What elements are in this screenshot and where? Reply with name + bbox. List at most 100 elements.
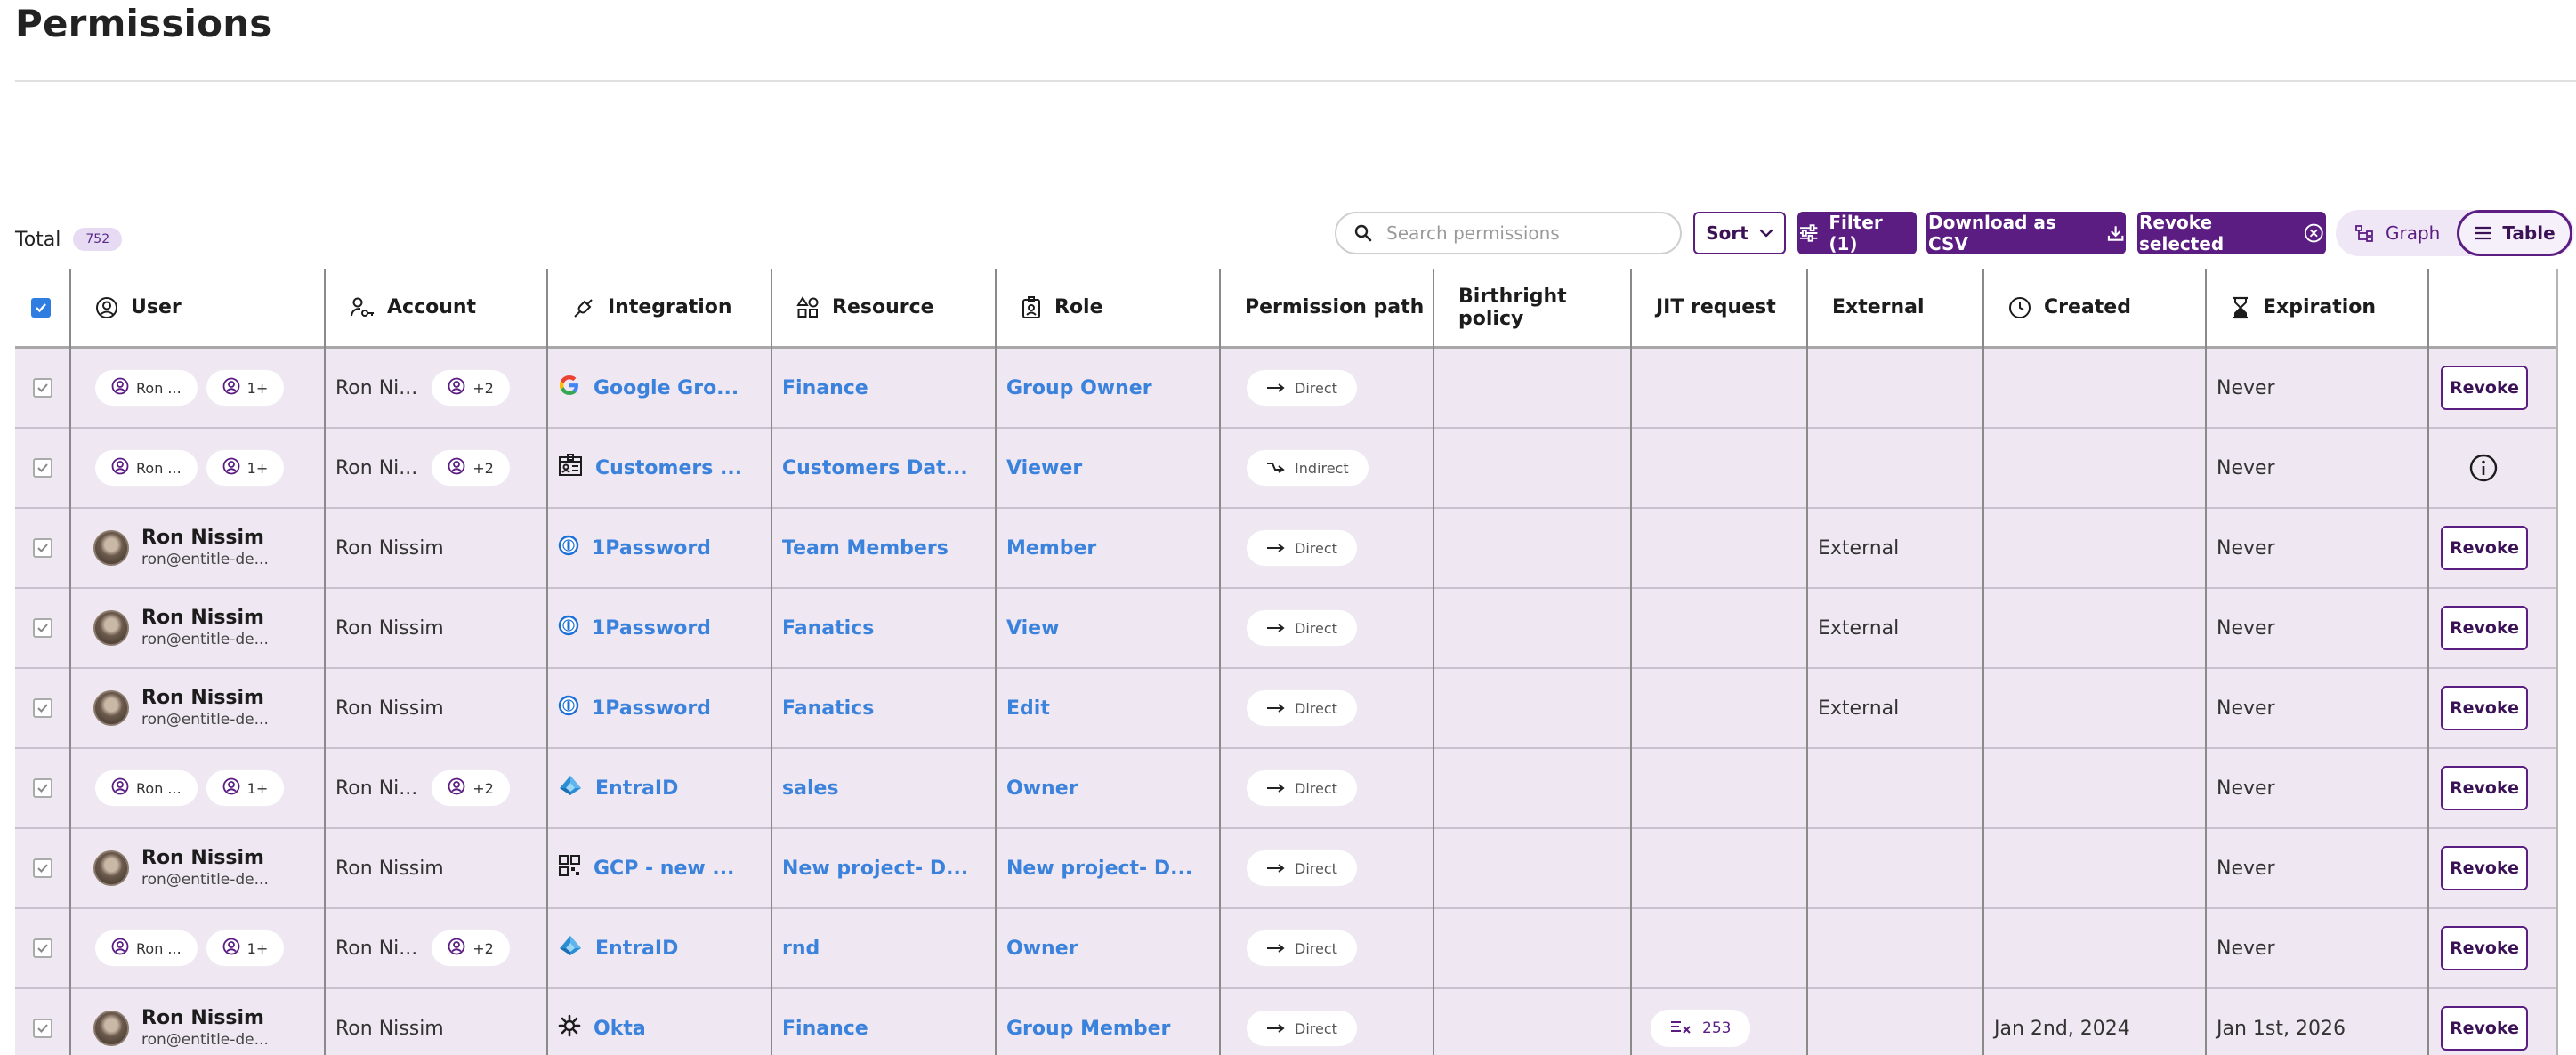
resource-link[interactable]: New project- D... — [782, 858, 968, 880]
permission-path-chip[interactable]: Direct — [1247, 530, 1357, 566]
user-chip[interactable]: Ron ... — [95, 370, 198, 406]
sort-button[interactable]: Sort — [1693, 212, 1786, 254]
integration-link[interactable]: Customers ... — [595, 457, 742, 479]
integration-cell[interactable]: 1Password — [558, 509, 711, 587]
permission-path-chip[interactable]: Direct — [1247, 370, 1357, 406]
role-link[interactable]: Edit — [1006, 697, 1050, 720]
role-link[interactable]: Owner — [1006, 777, 1078, 800]
row-checkbox[interactable] — [33, 429, 52, 507]
column-header-role[interactable]: Role — [996, 269, 1220, 346]
column-header-integration[interactable]: Integration — [547, 269, 771, 346]
column-header-external[interactable]: External — [1807, 269, 1983, 346]
resource-link[interactable]: Finance — [782, 377, 868, 399]
integration-link[interactable]: 1Password — [592, 617, 711, 640]
revoke-button[interactable]: Revoke — [2441, 766, 2528, 810]
permission-path-chip[interactable]: Direct — [1247, 850, 1357, 886]
download-csv-button[interactable]: Download as CSV — [1926, 212, 2126, 254]
column-header-user[interactable]: User — [70, 269, 325, 346]
account-cell: Ron Ni... +2 — [335, 349, 510, 427]
role-link[interactable]: Group Member — [1006, 1018, 1170, 1040]
resource-link[interactable]: Team Members — [782, 537, 949, 560]
resource-link[interactable]: Finance — [782, 1018, 868, 1040]
revoke-button[interactable]: Revoke — [2441, 926, 2528, 970]
revoke-button[interactable]: Revoke — [2441, 366, 2528, 410]
column-header-account[interactable]: Account — [325, 269, 547, 346]
role-link[interactable]: View — [1006, 617, 1059, 640]
account-extra-chip[interactable]: +2 — [432, 770, 510, 806]
column-header-created[interactable]: Created — [1983, 269, 2206, 346]
column-header-birthright-policy[interactable]: Birthright policy — [1433, 269, 1631, 346]
revoke-button[interactable]: Revoke — [2441, 606, 2528, 650]
permission-path-chip[interactable]: Direct — [1247, 610, 1357, 646]
permission-path-chip[interactable]: Direct — [1247, 690, 1357, 726]
permission-path-label: Indirect — [1295, 459, 1349, 477]
permission-path-chip[interactable]: Indirect — [1247, 450, 1369, 486]
revoke-button[interactable]: Revoke — [2441, 686, 2528, 730]
resource-link[interactable]: sales — [782, 777, 839, 800]
select-all-checkbox[interactable] — [15, 269, 70, 346]
integration-cell[interactable]: Customers ... — [558, 429, 742, 507]
column-header-permission-path[interactable]: Permission path — [1220, 269, 1433, 346]
filter-button[interactable]: Filter (1) — [1797, 212, 1917, 254]
user-extra-chip[interactable]: 1+ — [206, 370, 285, 406]
revoke-button[interactable]: Revoke — [2441, 526, 2528, 570]
integration-link[interactable]: EntraID — [595, 777, 678, 800]
role-link[interactable]: Member — [1006, 537, 1096, 560]
arrow-right-icon — [1266, 700, 1286, 717]
resource-link[interactable]: Fanatics — [782, 697, 874, 720]
integration-cell[interactable]: 1Password — [558, 669, 711, 747]
search-input[interactable] — [1386, 222, 1653, 244]
resource-link[interactable]: rnd — [782, 938, 820, 960]
integration-link[interactable]: 1Password — [592, 537, 711, 560]
row-checkbox[interactable] — [33, 909, 52, 987]
row-checkbox[interactable] — [33, 989, 52, 1055]
permission-path-chip[interactable]: Direct — [1247, 1011, 1357, 1046]
revoke-button[interactable]: Revoke — [2441, 1006, 2528, 1051]
role-link[interactable]: Owner — [1006, 938, 1078, 960]
integration-link[interactable]: 1Password — [592, 697, 711, 720]
info-icon[interactable] — [2468, 429, 2499, 507]
integration-cell[interactable]: EntraID — [558, 909, 678, 987]
revoke-selected-button[interactable]: Revoke selected — [2137, 212, 2326, 254]
permission-path-chip[interactable]: Direct — [1247, 930, 1357, 966]
user-chip[interactable]: Ron ... — [95, 450, 198, 486]
integration-link[interactable]: Google Gro... — [594, 377, 739, 399]
account-extra-chip[interactable]: +2 — [432, 370, 510, 406]
column-header-jit-request[interactable]: JIT request — [1631, 269, 1807, 346]
row-checkbox[interactable] — [33, 589, 52, 667]
permission-path-chip[interactable]: Direct — [1247, 770, 1357, 806]
row-checkbox[interactable] — [33, 509, 52, 587]
jit-request-chip[interactable]: 253 — [1651, 1010, 1751, 1047]
account-extra-chip[interactable]: +2 — [432, 930, 510, 966]
integration-cell[interactable]: Okta — [558, 989, 646, 1055]
row-checkbox[interactable] — [33, 749, 52, 827]
view-graph-option[interactable]: Graph — [2355, 210, 2440, 256]
view-table-option[interactable]: Table — [2457, 210, 2572, 256]
role-link[interactable]: Viewer — [1006, 457, 1082, 479]
integration-cell[interactable]: 1Password — [558, 589, 711, 667]
integration-link[interactable]: GCP - new ... — [594, 858, 734, 880]
revoke-button[interactable]: Revoke — [2441, 846, 2528, 890]
role-link[interactable]: Group Owner — [1006, 377, 1152, 399]
user-chip[interactable]: Ron ... — [95, 770, 198, 806]
role-link[interactable]: New project- D... — [1006, 858, 1192, 880]
integration-cell[interactable]: GCP - new ... — [558, 829, 734, 907]
column-header-resource[interactable]: Resource — [771, 269, 996, 346]
integration-cell[interactable]: Google Gro... — [558, 349, 739, 427]
resource-link[interactable]: Customers Dat... — [782, 457, 968, 479]
resource-link[interactable]: Fanatics — [782, 617, 874, 640]
user-extra-chip[interactable]: 1+ — [206, 930, 285, 966]
search-box[interactable] — [1335, 212, 1682, 254]
column-header-expiration[interactable]: Expiration — [2206, 269, 2428, 346]
user-chip[interactable]: Ron ... — [95, 930, 198, 966]
google-icon — [558, 374, 581, 402]
account-extra-chip[interactable]: +2 — [432, 450, 510, 486]
integration-link[interactable]: EntraID — [595, 938, 678, 960]
user-extra-chip[interactable]: 1+ — [206, 450, 285, 486]
integration-cell[interactable]: EntraID — [558, 749, 678, 827]
user-extra-chip[interactable]: 1+ — [206, 770, 285, 806]
row-checkbox[interactable] — [33, 349, 52, 427]
integration-link[interactable]: Okta — [594, 1018, 646, 1040]
row-checkbox[interactable] — [33, 669, 52, 747]
row-checkbox[interactable] — [33, 829, 52, 907]
